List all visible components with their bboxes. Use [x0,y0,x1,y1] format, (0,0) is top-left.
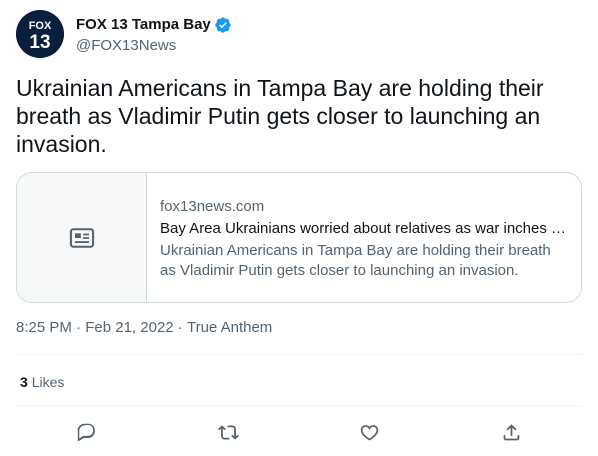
tweet-source[interactable]: True Anthem [187,318,272,338]
retweet-button[interactable] [211,415,245,449]
card-thumbnail [17,173,147,302]
card-domain: fox13news.com [160,198,265,215]
likes-count: 3 [20,374,28,390]
like-button[interactable] [353,415,387,449]
action-bar [16,416,582,448]
meta-separator: · [173,319,187,336]
reply-icon [77,423,96,441]
divider [16,406,582,407]
share-button[interactable] [494,415,528,449]
avatar-text-top: FOX [29,20,52,32]
tweet-text: Ukrainian Americans in Tampa Bay are hol… [16,75,544,157]
retweet-icon [217,424,239,440]
display-name[interactable]: FOX 13 Tampa Bay [76,15,211,35]
share-icon [503,423,520,440]
avatar[interactable]: FOX 13 [16,10,64,58]
avatar-text-bottom: 13 [29,32,50,53]
card-description: Ukrainian Americans in Tampa Bay are hol… [160,242,551,279]
tweet-time[interactable]: 8:25 PM [16,318,72,338]
tweet-date[interactable]: Feb 21, 2022 [85,318,173,338]
reply-button[interactable] [70,415,104,449]
author-handle[interactable]: @FOX13News [76,36,232,56]
likes-label: Likes [31,374,65,390]
author-block: FOX 13 Tampa Bay @FOX13News [76,15,232,56]
link-card[interactable]: fox13news.com Bay Area Ukrainians worrie… [16,172,582,303]
meta-separator: · [71,319,86,336]
card-body: fox13news.com Bay Area Ukrainians worrie… [147,173,581,302]
news-article-icon [69,227,94,248]
verified-badge-icon [214,16,232,34]
fox13-logo-icon: FOX 13 [16,10,64,58]
card-title: Bay Area Ukrainians worried about relati… [160,220,569,237]
tweet-meta: 8:25 PM · Feb 21, 2022 · True Anthem [16,318,272,338]
divider [16,354,582,355]
like-icon [360,424,379,441]
likes-stat[interactable]: 3 Likes [20,373,64,391]
tweet-header: FOX 13 FOX 13 Tampa Bay @FOX13News [16,10,582,64]
